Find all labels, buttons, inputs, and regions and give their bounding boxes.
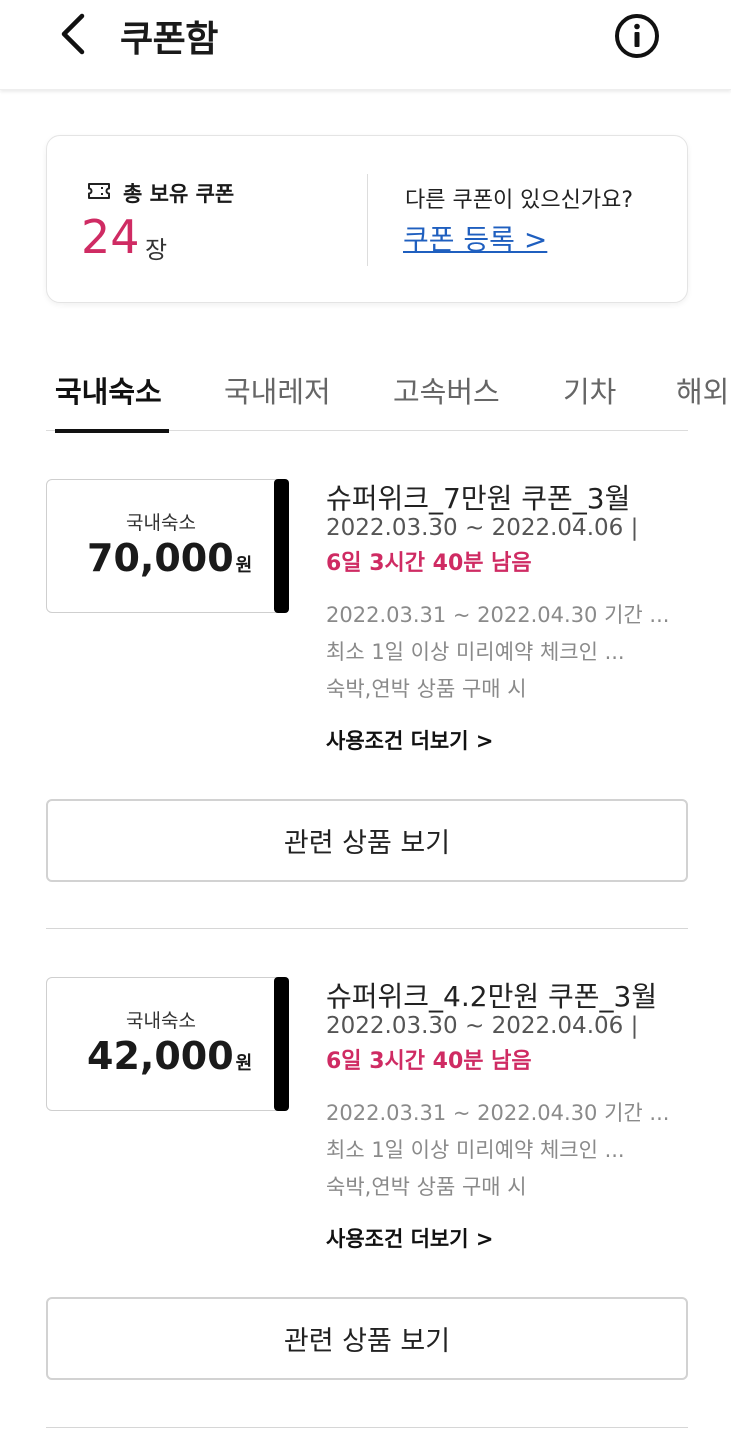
coupon-category: 국내숙소 (126, 512, 196, 534)
total-coupons-label: 총 보유 쿠폰 (123, 182, 235, 206)
page-title: 쿠폰함 (120, 19, 218, 60)
view-conditions-link[interactable]: 사용조건 더보기 > (326, 725, 493, 755)
chevron-left-icon (61, 13, 85, 55)
total-coupons-count: 24 (81, 210, 140, 264)
coupon-amount: 70,000 원 (87, 536, 252, 580)
coupon-period: 2022.03.30 ~ 2022.04.06 | (326, 1013, 639, 1039)
divider (46, 928, 688, 929)
total-coupons-unit: 장 (145, 236, 168, 264)
coupon-remaining-time: 6일 3시간 40분 남음 (326, 1049, 532, 1074)
coupon-title: 슈퍼위크_7만원 쿠폰_3월 (326, 482, 631, 515)
coupon-title: 슈퍼위크_4.2만원 쿠폰_3월 (326, 980, 658, 1013)
coupon-edge-bar (274, 479, 289, 613)
divider (46, 1427, 688, 1428)
divider (367, 174, 368, 266)
coupon-value-box: 국내숙소 42,000 원 (46, 977, 286, 1111)
ticket-icon (88, 183, 110, 199)
tab-domestic-stay[interactable]: 국내숙소 (55, 369, 162, 411)
info-circle-icon (615, 14, 659, 58)
coupon-item: 국내숙소 42,000 원 슈퍼위크_4.2만원 쿠폰_3월 2022.03.30… (0, 977, 731, 1437)
active-tab-indicator (55, 429, 169, 433)
tab-express-bus[interactable]: 고속버스 (393, 369, 500, 411)
coupon-period: 2022.03.30 ~ 2022.04.06 | (326, 515, 639, 541)
coupon-item: 국내숙소 70,000 원 슈퍼위크_7만원 쿠폰_3월 2022.03.30 ~… (0, 479, 731, 979)
coupon-value-box: 국내숙소 70,000 원 (46, 479, 286, 613)
coupon-summary-card: 총 보유 쿠폰 24 장 다른 쿠폰이 있으신가요? 쿠폰 등록 > (46, 135, 688, 303)
tab-domestic-leisure[interactable]: 국내레저 (224, 369, 331, 411)
coupon-condition: 최소 1일 이상 미리예약 체크인 ... (326, 1138, 625, 1162)
top-app-bar: 쿠폰함 (0, 0, 731, 90)
related-products-button[interactable]: 관련 상품 보기 (46, 1297, 688, 1380)
coupon-condition: 2022.03.31 ~ 2022.04.30 기간 ... (326, 1101, 670, 1125)
coupon-amount-value: 42,000 (87, 1034, 234, 1078)
coupon-remaining-time: 6일 3시간 40분 남음 (326, 551, 532, 576)
category-tabs: 국내숙소 국내레저 고속버스 기차 해외 (0, 355, 731, 433)
coupon-condition: 2022.03.31 ~ 2022.04.30 기간 ... (326, 603, 670, 627)
view-conditions-link[interactable]: 사용조건 더보기 > (326, 1223, 493, 1253)
tab-train[interactable]: 기차 (563, 369, 616, 411)
register-coupon-link[interactable]: 쿠폰 등록 > (403, 218, 547, 258)
info-button[interactable] (613, 12, 661, 60)
coupon-condition: 최소 1일 이상 미리예약 체크인 ... (326, 640, 625, 664)
coupon-condition: 숙박,연박 상품 구매 시 (326, 1175, 527, 1199)
related-products-button[interactable]: 관련 상품 보기 (46, 799, 688, 882)
tab-overseas[interactable]: 해외 (676, 369, 729, 411)
coupon-amount-value: 70,000 (87, 536, 234, 580)
coupon-edge-bar (274, 977, 289, 1111)
coupon-currency: 원 (235, 555, 253, 576)
coupon-currency: 원 (235, 1053, 253, 1074)
coupon-category: 국내숙소 (126, 1010, 196, 1032)
other-coupon-question: 다른 쿠폰이 있으신가요? (405, 188, 634, 213)
back-button[interactable] (56, 12, 96, 56)
coupon-amount: 42,000 원 (87, 1034, 252, 1078)
coupon-condition: 숙박,연박 상품 구매 시 (326, 677, 527, 701)
